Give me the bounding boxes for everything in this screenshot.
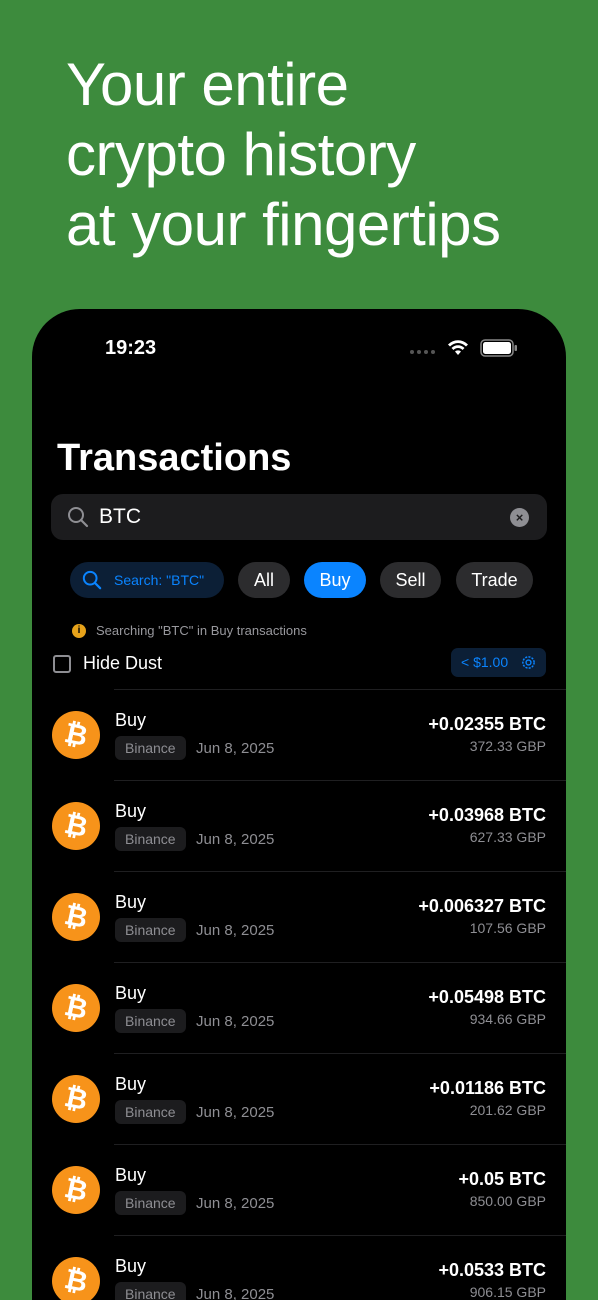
row-divider <box>114 962 566 963</box>
exchange-badge: Binance <box>115 918 186 942</box>
tab-all[interactable]: All <box>238 562 290 598</box>
transaction-fiat-value: 372.33 GBP <box>469 738 546 754</box>
exchange-badge: Binance <box>115 736 186 760</box>
transaction-date: Jun 8, 2025 <box>196 1286 275 1300</box>
search-bar[interactable]: × <box>51 494 547 540</box>
exchange-badge: Binance <box>115 1191 186 1215</box>
cellular-signal-icon <box>410 350 435 354</box>
transaction-fiat-value: 107.56 GBP <box>469 920 546 936</box>
dust-threshold-value: < $1.00 <box>461 654 509 670</box>
transaction-date: Jun 8, 2025 <box>196 922 275 939</box>
transaction-row[interactable]: ₿ Buy Binance Jun 8, 2025 +0.0533 BTC 906.15 … <box>32 1235 566 1300</box>
transaction-row[interactable]: ₿ Buy Binance Jun 8, 2025 +0.006327 BTC 107.5… <box>32 871 566 962</box>
bitcoin-icon: ₿ <box>52 1075 100 1123</box>
transaction-type: Buy <box>115 801 147 821</box>
transaction-amount: +0.0533 BTC <box>438 1260 546 1280</box>
transaction-fiat-value: 906.15 GBP <box>469 1284 546 1300</box>
row-divider <box>114 1144 566 1145</box>
dust-threshold-button[interactable]: < $1.00 <box>451 648 546 677</box>
transaction-fiat-value: 201.62 GBP <box>469 1102 546 1118</box>
exchange-badge: Binance <box>115 827 186 851</box>
checkbox-icon[interactable] <box>53 654 71 673</box>
bitcoin-icon: ₿ <box>52 711 100 759</box>
bitcoin-icon: ₿ <box>52 1257 100 1300</box>
row-divider <box>114 780 566 781</box>
row-divider <box>114 1235 566 1236</box>
transaction-list: ₿ Buy Binance Jun 8, 2025 +0.02355 BTC 372.33… <box>32 689 566 1300</box>
tab-buy[interactable]: Buy <box>304 562 366 598</box>
transaction-date: Jun 8, 2025 <box>196 1104 275 1121</box>
tab-sell[interactable]: Sell <box>380 562 441 598</box>
wifi-icon <box>448 340 468 355</box>
search-icon <box>82 570 102 590</box>
transaction-amount: +0.03968 BTC <box>428 805 546 825</box>
transaction-type: Buy <box>115 1165 147 1185</box>
row-divider <box>114 871 566 872</box>
search-input[interactable] <box>99 502 499 532</box>
transaction-type: Buy <box>115 983 147 1003</box>
clear-search-icon[interactable]: × <box>510 508 529 527</box>
transaction-row[interactable]: ₿ Buy Binance Jun 8, 2025 +0.02355 BTC 372.33… <box>32 689 566 780</box>
search-note-text: Searching "BTC" in Buy transactions <box>96 623 307 638</box>
marketing-headline: Your entire crypto history at your finge… <box>66 50 501 260</box>
status-time: 19:23 <box>105 337 157 359</box>
transaction-date: Jun 8, 2025 <box>196 1013 275 1030</box>
bitcoin-icon: ₿ <box>52 802 100 850</box>
transaction-amount: +0.05 BTC <box>458 1169 546 1189</box>
transaction-row[interactable]: ₿ Buy Binance Jun 8, 2025 +0.05498 BTC 934.66… <box>32 962 566 1053</box>
row-divider <box>114 689 566 690</box>
page-title: Transactions <box>57 437 292 479</box>
tab-trade[interactable]: Trade <box>456 562 533 598</box>
row-divider <box>114 1053 566 1054</box>
transaction-type: Buy <box>115 1074 147 1094</box>
hide-dust-toggle[interactable]: Hide Dust <box>53 653 162 674</box>
info-icon: i <box>72 623 86 638</box>
transaction-date: Jun 8, 2025 <box>196 1195 275 1212</box>
transaction-type: Buy <box>115 1256 147 1276</box>
battery-icon <box>480 339 517 357</box>
phone-screen: 19:23 Transactions × Search: "BTC" <box>32 309 566 1300</box>
bitcoin-icon: ₿ <box>52 1166 100 1214</box>
transaction-row[interactable]: ₿ Buy Binance Jun 8, 2025 +0.03968 BTC 627.33… <box>32 780 566 871</box>
transaction-date: Jun 8, 2025 <box>196 740 275 757</box>
bitcoin-icon: ₿ <box>52 984 100 1032</box>
transaction-row[interactable]: ₿ Buy Binance Jun 8, 2025 +0.01186 BTC 201.62… <box>32 1053 566 1144</box>
hide-dust-label: Hide Dust <box>83 653 163 673</box>
status-bar: 19:23 <box>32 309 566 389</box>
search-chip-label: Search: "BTC" <box>114 572 205 588</box>
gear-icon <box>522 656 535 669</box>
exchange-badge: Binance <box>115 1009 186 1033</box>
transaction-type: Buy <box>115 892 147 912</box>
transaction-type: Buy <box>115 710 147 730</box>
headline-line-1: Your entire <box>66 51 349 118</box>
transaction-amount: +0.01186 BTC <box>429 1078 546 1098</box>
transaction-fiat-value: 850.00 GBP <box>469 1193 546 1209</box>
search-icon <box>68 507 89 528</box>
search-filter-chip[interactable]: Search: "BTC" <box>70 562 224 598</box>
transaction-amount: +0.02355 BTC <box>428 714 546 734</box>
transaction-amount: +0.006327 BTC <box>418 896 546 916</box>
bitcoin-icon: ₿ <box>52 893 100 941</box>
exchange-badge: Binance <box>115 1100 186 1124</box>
headline-line-2: crypto history <box>66 121 416 188</box>
filter-chips: Search: "BTC" All Buy Sell Trade <box>70 562 540 598</box>
transaction-row[interactable]: ₿ Buy Binance Jun 8, 2025 +0.05 BTC 850.00 GB… <box>32 1144 566 1235</box>
exchange-badge: Binance <box>115 1282 186 1300</box>
transaction-fiat-value: 934.66 GBP <box>469 1011 546 1027</box>
transaction-date: Jun 8, 2025 <box>196 831 275 848</box>
transaction-fiat-value: 627.33 GBP <box>469 829 546 845</box>
transaction-amount: +0.05498 BTC <box>428 987 546 1007</box>
search-note: i Searching "BTC" in Buy transactions <box>72 623 307 638</box>
headline-line-3: at your fingertips <box>66 191 501 258</box>
